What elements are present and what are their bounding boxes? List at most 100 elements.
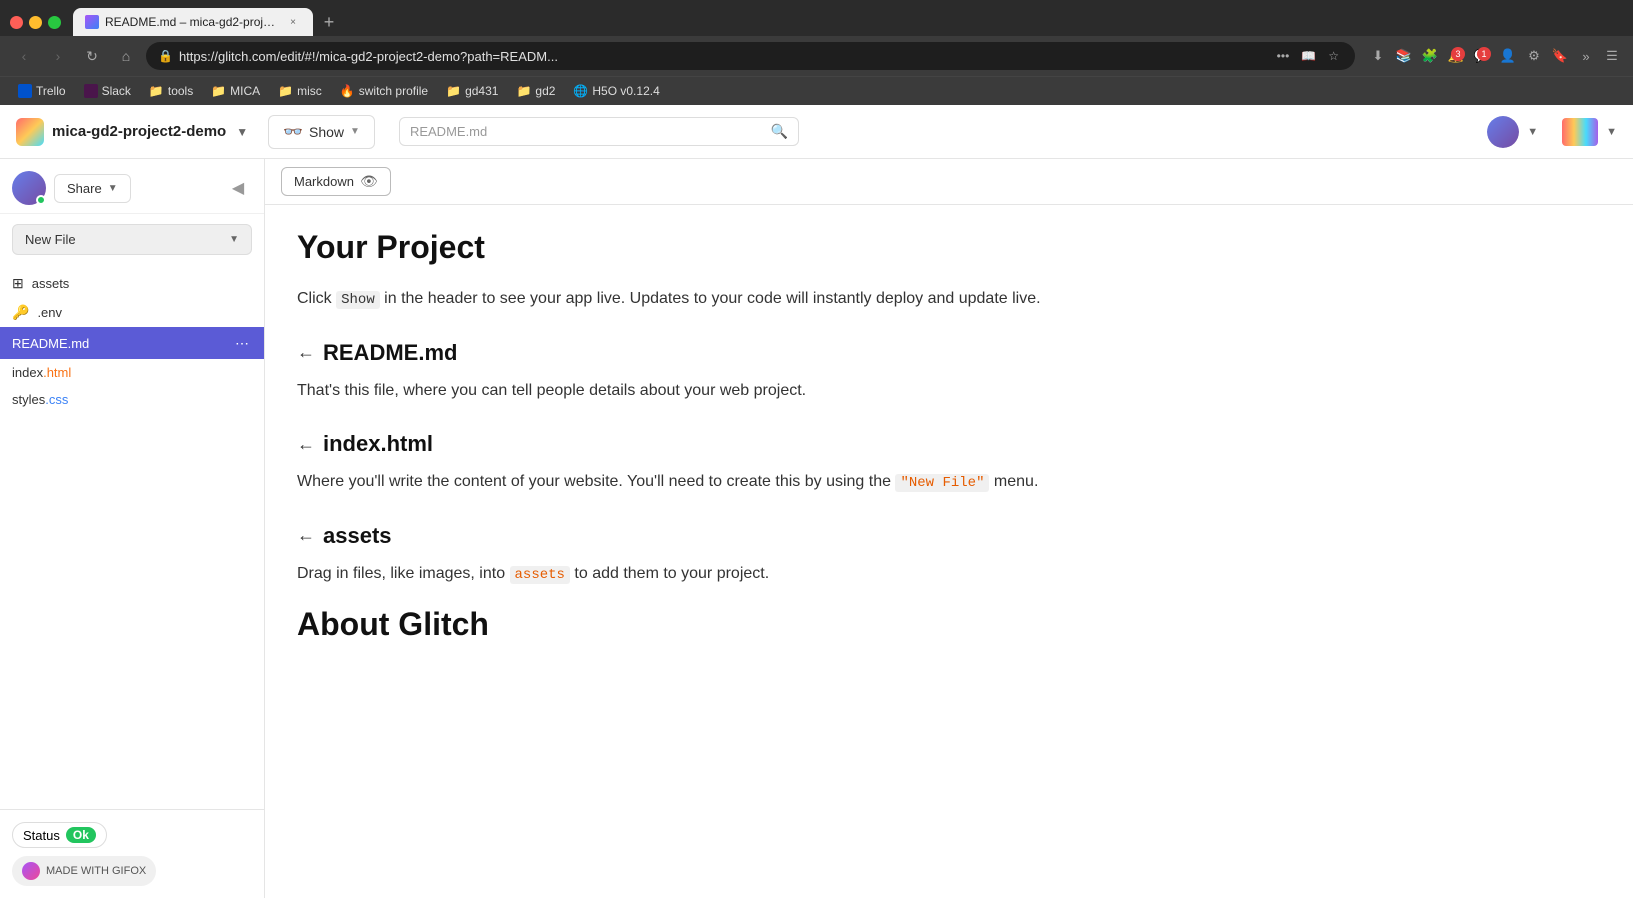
tab-title: README.md – mica-gd2-projec... xyxy=(105,15,279,29)
user-avatar[interactable] xyxy=(1487,116,1519,148)
new-file-button[interactable]: New File ▼ xyxy=(12,224,252,255)
made-with-gifox-button[interactable]: MADE WITH GIFOX xyxy=(12,856,156,886)
misc-folder-icon: 📁 xyxy=(278,84,293,98)
url-bar[interactable]: 🔒 https://glitch.com/edit/#!/mica-gd2-pr… xyxy=(146,42,1355,70)
bookmark-misc[interactable]: 📁 misc xyxy=(270,81,330,101)
collapse-sidebar-button[interactable]: ◀ xyxy=(224,174,252,202)
gd431-folder-icon: 📁 xyxy=(446,84,461,98)
markdown-content: Your Project Click Show in the header to… xyxy=(265,205,1165,898)
content-p-index: Where you'll write the content of your w… xyxy=(297,469,1133,495)
library-icon[interactable]: 📚 xyxy=(1393,45,1415,67)
bookmark-gd431[interactable]: 📁 gd431 xyxy=(438,81,506,101)
lock-icon: 🔒 xyxy=(158,49,173,63)
status-label: Status xyxy=(23,828,60,843)
bookmark-icon[interactable]: ☆ xyxy=(1324,47,1343,65)
file-name-readme: README.md xyxy=(12,336,224,351)
bookmark-mica[interactable]: 📁 MICA xyxy=(203,81,268,101)
trello-icon xyxy=(18,84,32,98)
show-button[interactable]: 👓 Show ▼ xyxy=(268,115,375,149)
bookmark-gd2[interactable]: 📁 gd2 xyxy=(508,81,563,101)
bookmark-switch-profile-label: switch profile xyxy=(359,84,428,98)
menu-icon[interactable]: ☰ xyxy=(1601,45,1623,67)
url-more-button[interactable]: ••• xyxy=(1273,47,1294,65)
file-more-button[interactable]: ⋯ xyxy=(232,333,252,353)
file-item-styles[interactable]: styles.css xyxy=(0,386,264,413)
tab-favicon xyxy=(85,15,99,29)
bookmark2-icon[interactable]: 🔖 xyxy=(1549,45,1571,67)
sync-icon[interactable]: ⚙ xyxy=(1523,45,1545,67)
sidebar-avatar xyxy=(12,171,46,205)
markdown-label: Markdown xyxy=(294,174,354,189)
sidebar: Share ▼ ◀ New File ▼ ⊞ assets 🔑 .env xyxy=(0,159,265,898)
bookmark-tools[interactable]: 📁 tools xyxy=(141,81,201,101)
reader-icon[interactable]: 📖 xyxy=(1297,47,1320,65)
file-item-index[interactable]: index.html xyxy=(0,359,264,386)
home-button[interactable]: ⌂ xyxy=(112,42,140,70)
fish-chevron-icon[interactable]: ▼ xyxy=(1606,126,1617,138)
glitch-app: mica-gd2-project2-demo ▼ 👓 Show ▼ README… xyxy=(0,105,1633,898)
bookmark-h5o[interactable]: 🌐 H5O v0.12.4 xyxy=(565,81,667,101)
folder-icon: 📁 xyxy=(149,84,164,98)
tab-bar: README.md – mica-gd2-projec... × + xyxy=(73,8,1623,36)
notifications-icon[interactable]: 🔔 3 xyxy=(1445,45,1467,67)
status-badge[interactable]: Status Ok xyxy=(12,822,107,848)
download-icon[interactable]: ⬇ xyxy=(1367,45,1389,67)
close-button[interactable] xyxy=(10,16,23,29)
status-ok-badge: Ok xyxy=(66,827,96,843)
more-extensions-icon[interactable]: » xyxy=(1575,45,1597,67)
bookmark-slack[interactable]: Slack xyxy=(76,81,139,101)
assets-code: assets xyxy=(510,566,570,584)
gifox-icon xyxy=(22,862,40,880)
content-h1-about: About Glitch xyxy=(297,606,1133,643)
avatar-image xyxy=(1487,116,1519,148)
file-item-readme[interactable]: README.md ⋯ xyxy=(0,327,264,359)
content-p-assets: Drag in files, like images, into assets … xyxy=(297,561,1133,587)
show-chevron-icon: ▼ xyxy=(350,126,360,137)
file-item-env[interactable]: 🔑 .env xyxy=(0,298,264,327)
browser-chrome: README.md – mica-gd2-projec... × + ‹ › ↻… xyxy=(0,0,1633,105)
content-h2-index: ← index.html xyxy=(297,431,1133,457)
arrow2-icon: ← xyxy=(297,434,315,455)
bookmark-slack-label: Slack xyxy=(102,84,131,98)
made-with-gifox-label: MADE WITH GIFOX xyxy=(46,865,146,877)
project-name: mica-gd2-project2-demo xyxy=(52,123,226,140)
back-button[interactable]: ‹ xyxy=(10,42,38,70)
fish-avatar[interactable] xyxy=(1562,118,1598,146)
notification-badge: 3 xyxy=(1451,47,1465,61)
file-search[interactable]: README.md 🔍 xyxy=(399,117,799,146)
markdown-button[interactable]: Markdown 👁 xyxy=(281,167,391,196)
file-item-assets[interactable]: ⊞ assets xyxy=(0,269,264,298)
content-p-readme: That's this file, where you can tell peo… xyxy=(297,378,1133,404)
avatar-chevron-icon[interactable]: ▼ xyxy=(1527,126,1538,138)
bookmark-trello-label: Trello xyxy=(36,84,66,98)
forward-button[interactable]: › xyxy=(44,42,72,70)
header-right: ▼ ▼ xyxy=(1487,116,1617,148)
url-text: https://glitch.com/edit/#!/mica-gd2-proj… xyxy=(179,49,1267,64)
search-icon: 🔍 xyxy=(771,123,788,140)
new-file-code: "New File" xyxy=(895,474,989,492)
extensions-icon[interactable]: 🧩 xyxy=(1419,45,1441,67)
grid-icon: ⊞ xyxy=(12,275,24,292)
key-icon: 🔑 xyxy=(12,304,29,321)
active-tab[interactable]: README.md – mica-gd2-projec... × xyxy=(73,8,313,36)
arrow-icon: ← xyxy=(297,342,315,363)
project-info[interactable]: mica-gd2-project2-demo ▼ xyxy=(16,118,248,146)
fullscreen-button[interactable] xyxy=(48,16,61,29)
editor-toolbar: Markdown 👁 xyxy=(265,159,1633,205)
mica-folder-icon: 📁 xyxy=(211,84,226,98)
account-icon[interactable]: 👤 xyxy=(1497,45,1519,67)
bookmark-switch-profile[interactable]: 🔥 switch profile xyxy=(332,81,436,101)
sidebar-bottom: Status Ok MADE WITH GIFOX xyxy=(0,809,264,898)
switch-profile-icon: 🔥 xyxy=(340,84,355,98)
minimize-button[interactable] xyxy=(29,16,42,29)
bookmark-h5o-label: H5O v0.12.4 xyxy=(592,84,659,98)
new-tab-button[interactable]: + xyxy=(315,8,343,36)
messages-icon[interactable]: 💬 1 xyxy=(1471,45,1493,67)
reload-button[interactable]: ↻ xyxy=(78,42,106,70)
new-file-chevron-icon: ▼ xyxy=(229,234,239,245)
file-name-styles: styles.css xyxy=(12,392,252,407)
tab-close-button[interactable]: × xyxy=(285,14,301,30)
bookmark-gd431-label: gd431 xyxy=(465,84,498,98)
bookmark-trello[interactable]: Trello xyxy=(10,81,74,101)
share-button[interactable]: Share ▼ xyxy=(54,174,131,203)
